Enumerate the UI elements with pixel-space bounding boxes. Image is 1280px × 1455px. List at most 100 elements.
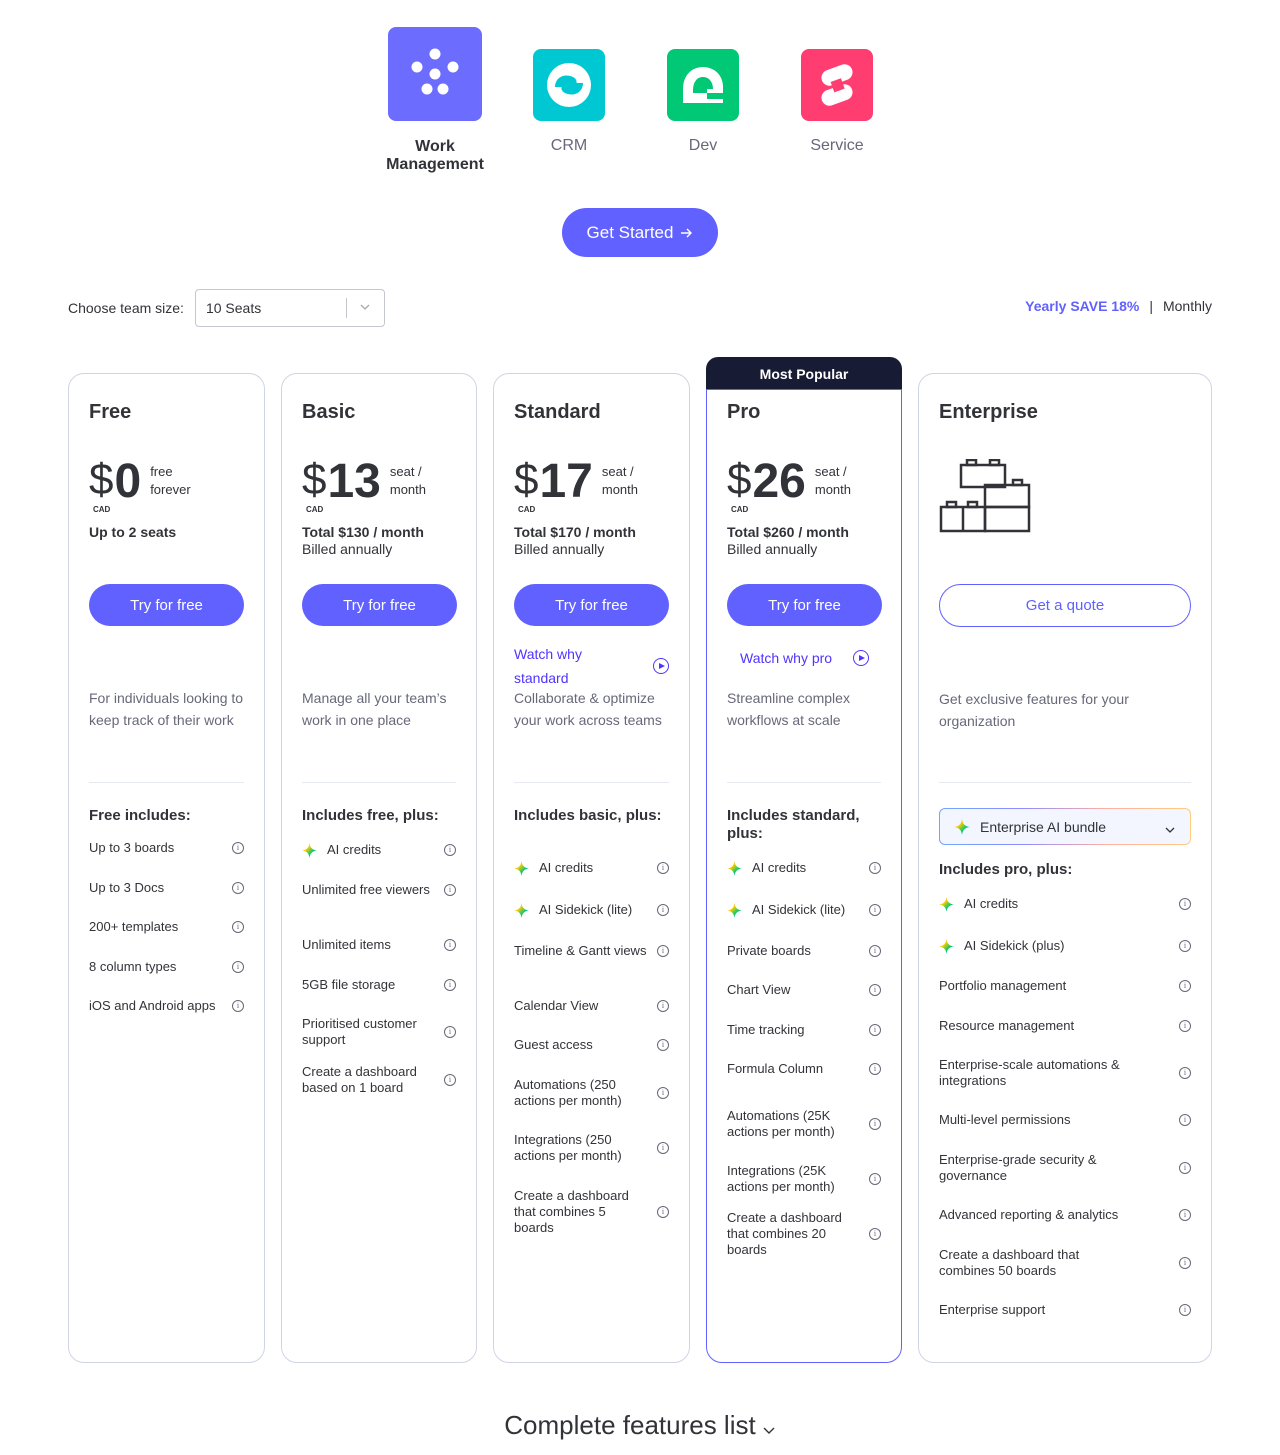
sparkle-icon — [939, 897, 954, 912]
plan-total: Total $130 / month Billed annually — [302, 524, 424, 557]
info-icon[interactable]: i — [657, 945, 669, 957]
feature-item: Automations (25K actions per month) i — [727, 1108, 881, 1140]
feature-item: Enterprise support i — [939, 1302, 1191, 1318]
info-icon[interactable]: i — [869, 1024, 881, 1036]
watch-video-link[interactable]: Watch why pro — [740, 646, 832, 670]
info-icon[interactable]: i — [1179, 1114, 1191, 1126]
billing-yearly[interactable]: Yearly SAVE 18% — [1025, 298, 1139, 314]
feature-item: Enterprise-grade security & governance i — [939, 1152, 1191, 1184]
info-icon[interactable]: i — [657, 1142, 669, 1154]
plan-card-free: Free $ 0 free forever CAD Up to 2 seats … — [68, 373, 265, 1363]
currency-code: CAD — [731, 505, 749, 514]
feature-item: AI credits i — [514, 860, 669, 876]
info-icon[interactable]: i — [869, 945, 881, 957]
play-icon[interactable] — [653, 658, 669, 674]
info-icon[interactable]: i — [444, 884, 456, 896]
price-unit: free forever — [150, 464, 191, 497]
feature-item: AI Sidekick (plus) i — [939, 938, 1191, 954]
product-label: Work Management — [386, 138, 484, 173]
service-icon — [801, 49, 873, 121]
info-icon[interactable]: i — [1179, 898, 1191, 910]
enterprise-ai-bundle-dropdown[interactable]: Enterprise AI bundle — [939, 808, 1191, 845]
feature-item: Chart View i — [727, 982, 881, 998]
info-icon[interactable]: i — [657, 862, 669, 874]
team-size-select[interactable]: 10 Seats — [194, 289, 385, 327]
feature-item: Automations (250 actions per month) i — [514, 1077, 669, 1109]
info-icon[interactable]: i — [232, 921, 244, 933]
plan-name: Standard — [514, 401, 601, 423]
includes-title: Includes basic, plus: — [514, 807, 662, 824]
info-icon[interactable]: i — [1179, 1304, 1191, 1316]
info-icon[interactable]: i — [869, 984, 881, 996]
play-icon[interactable] — [853, 650, 869, 666]
info-icon[interactable]: i — [444, 979, 456, 991]
plan-description: Manage all your team’s work in one place — [302, 690, 447, 728]
feature-item: Formula Column i — [727, 1061, 881, 1077]
price-amount: 26 — [752, 455, 806, 508]
feature-item: Create a dashboard based on 1 board i — [302, 1064, 456, 1096]
info-icon[interactable]: i — [869, 1173, 881, 1185]
info-icon[interactable]: i — [869, 862, 881, 874]
plan-card-pro: Pro $ 26 seat / month CAD Total $260 / m… — [706, 389, 902, 1363]
info-icon[interactable]: i — [869, 1228, 881, 1240]
currency-symbol: $ — [727, 455, 752, 504]
info-icon[interactable]: i — [657, 904, 669, 916]
price-amount: 0 — [114, 455, 142, 508]
info-icon[interactable]: i — [1179, 1020, 1191, 1032]
info-icon[interactable]: i — [869, 904, 881, 916]
team-size-picker: Choose team size: 10 Seats — [68, 289, 385, 327]
info-icon[interactable]: i — [1179, 1209, 1191, 1221]
info-icon[interactable]: i — [657, 1000, 669, 1012]
watch-video-link[interactable]: Watch why standard — [514, 642, 614, 690]
info-icon[interactable]: i — [869, 1063, 881, 1075]
currency-code: CAD — [518, 505, 536, 514]
divider — [89, 782, 244, 783]
feature-item: Advanced reporting & analytics i — [939, 1207, 1191, 1223]
info-icon[interactable]: i — [657, 1206, 669, 1218]
feature-item: Unlimited free viewers i — [302, 882, 456, 898]
info-icon[interactable]: i — [232, 842, 244, 854]
product-label: Service — [810, 137, 864, 154]
feature-item: AI Sidekick (lite) i — [514, 902, 669, 918]
get-started-button[interactable]: Get Started — [562, 208, 718, 257]
product-work-management[interactable]: Work Management — [372, 27, 498, 174]
plan-description: Get exclusive features for your organiza… — [939, 691, 1129, 729]
complete-features-toggle[interactable]: Complete features list — [0, 1408, 1280, 1444]
product-service[interactable]: Service — [790, 49, 884, 155]
crm-icon — [533, 49, 605, 121]
feature-item: Timeline & Gantt views i — [514, 943, 669, 959]
info-icon[interactable]: i — [232, 1000, 244, 1012]
feature-item: 8 column types i — [89, 959, 244, 975]
info-icon[interactable]: i — [1179, 1067, 1191, 1079]
get-a-quote-button[interactable]: Get a quote — [939, 584, 1191, 627]
info-icon[interactable]: i — [1179, 1162, 1191, 1174]
product-dev[interactable]: Dev — [656, 49, 750, 155]
try-for-free-button[interactable]: Try for free — [514, 584, 669, 626]
info-icon[interactable]: i — [444, 939, 456, 951]
select-divider — [345, 298, 347, 318]
info-icon[interactable]: i — [1179, 980, 1191, 992]
billing-monthly[interactable]: Monthly — [1163, 298, 1212, 314]
info-icon[interactable]: i — [869, 1118, 881, 1130]
info-icon[interactable]: i — [232, 961, 244, 973]
info-icon[interactable]: i — [657, 1039, 669, 1051]
try-for-free-button[interactable]: Try for free — [302, 584, 457, 626]
info-icon[interactable]: i — [232, 882, 244, 894]
info-icon[interactable]: i — [444, 1074, 456, 1086]
team-size-value: 10 Seats — [205, 300, 262, 316]
info-icon[interactable]: i — [1179, 940, 1191, 952]
info-icon[interactable]: i — [1179, 1257, 1191, 1269]
feature-item: 5GB file storage i — [302, 977, 456, 993]
chevron-down-icon — [358, 300, 372, 317]
feature-item: Integrations (250 actions per month) i — [514, 1132, 669, 1164]
try-for-free-button[interactable]: Try for free — [89, 584, 244, 626]
product-crm[interactable]: CRM — [522, 49, 616, 155]
try-for-free-button[interactable]: Try for free — [727, 584, 882, 626]
product-label: Dev — [688, 137, 718, 154]
info-icon[interactable]: i — [657, 1087, 669, 1099]
dots-icon — [388, 27, 482, 121]
info-icon[interactable]: i — [444, 1026, 456, 1038]
info-icon[interactable]: i — [444, 844, 456, 856]
billing-toggle: Yearly SAVE 18% | Monthly — [1025, 298, 1212, 314]
feature-item: Resource management i — [939, 1018, 1191, 1034]
